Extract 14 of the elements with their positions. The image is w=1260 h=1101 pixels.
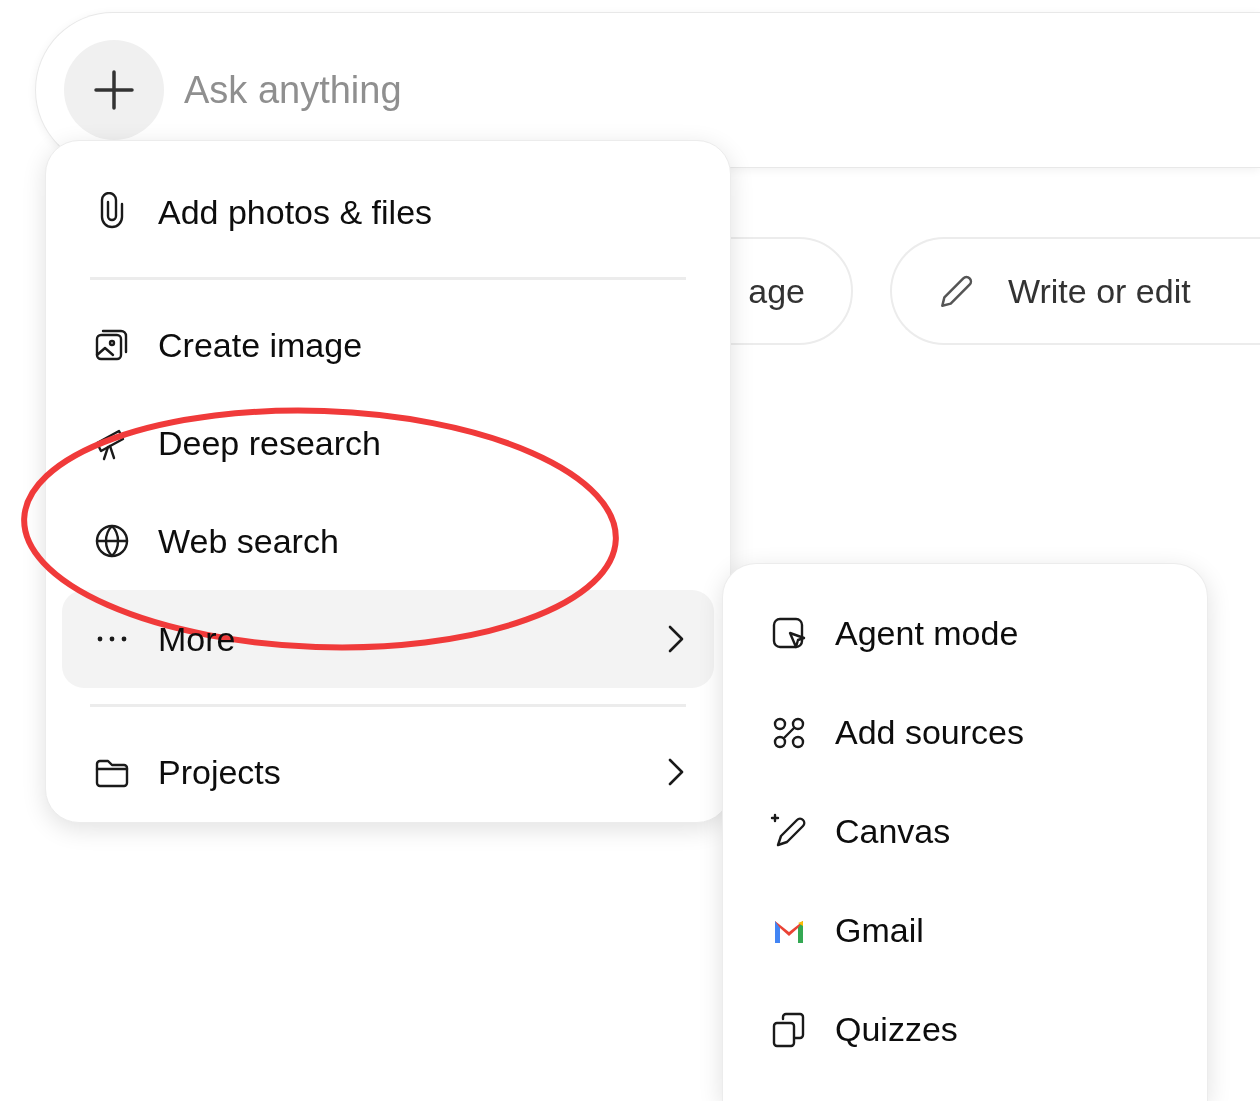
menu-item[interactable]: Projects	[62, 723, 714, 821]
more-icon	[97, 636, 127, 642]
submenu-item[interactable]: Add sources	[753, 683, 1177, 782]
submenu-item[interactable]: Agent mode	[753, 584, 1177, 683]
submenu-item[interactable]: Canvas	[753, 782, 1177, 881]
menu-item[interactable]: Web search	[62, 492, 714, 590]
prompt-input[interactable]: Ask anything	[184, 61, 1084, 119]
prompt-field[interactable]: Ask anything	[35, 12, 1260, 168]
submenu-item[interactable]: Quizzes	[753, 980, 1177, 1079]
plus-icon	[92, 68, 136, 112]
menu-item[interactable]: Create image	[62, 296, 714, 394]
suggestion-chip[interactable]: Write or edit	[890, 237, 1260, 345]
submenu-item[interactable]: Gmail	[753, 881, 1177, 980]
menu-item[interactable]: Deep research	[62, 394, 714, 492]
